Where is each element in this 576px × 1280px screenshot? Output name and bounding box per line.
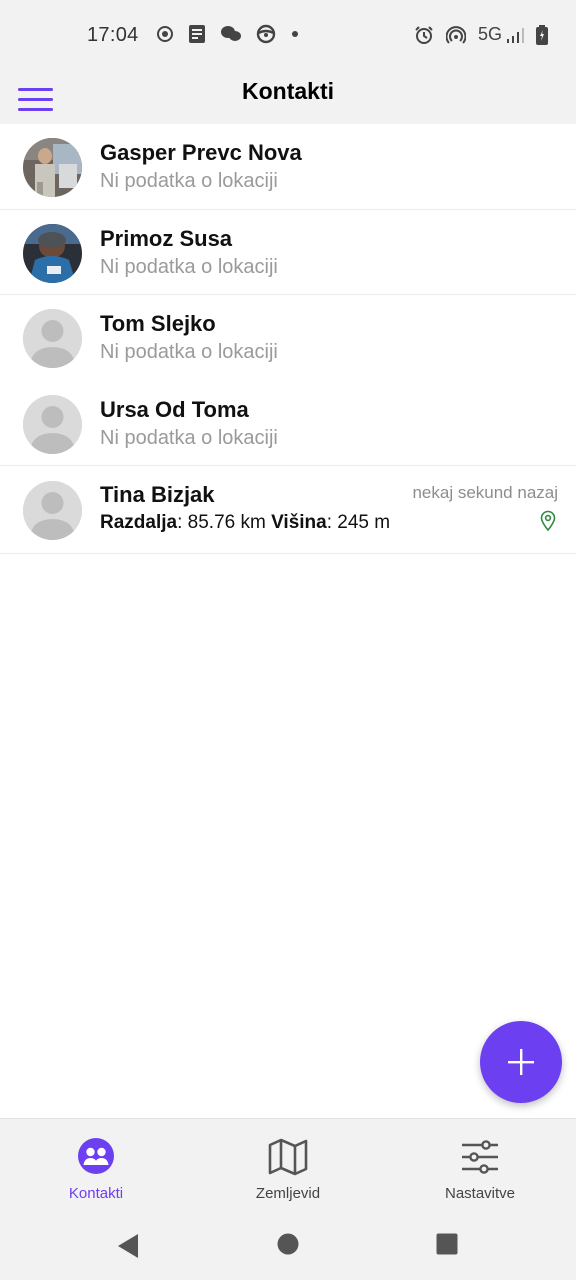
contact-name: Primoz Susa	[100, 225, 233, 251]
avatar	[23, 223, 82, 283]
map-pin-icon[interactable]	[540, 510, 556, 532]
home-icon[interactable]	[277, 1233, 299, 1255]
altitude-label: Višina	[271, 512, 327, 533]
location-status: Ni podatka o lokaciji	[100, 255, 278, 278]
page-title: Kontakti	[242, 78, 334, 104]
settings-sliders-icon	[462, 1140, 498, 1174]
contact-row[interactable]: Ursa Od Toma Ni podatka o lokaciji	[0, 380, 576, 466]
status-bar: 17:04 5G	[0, 0, 576, 70]
status-time: 17:04	[87, 24, 139, 46]
steering-icon	[256, 24, 276, 44]
record-icon	[157, 26, 173, 42]
hotspot-icon	[445, 25, 466, 44]
network-type: 5G	[477, 24, 502, 44]
distance-value: : 85.76 km	[177, 512, 266, 533]
recents-icon[interactable]	[436, 1233, 458, 1255]
default-avatar-icon	[23, 309, 82, 368]
contact-name: Gasper Prevc Nova	[100, 140, 302, 165]
nav-item-zemljevid[interactable]: Zemljevid	[192, 1119, 384, 1215]
avatar-photo	[23, 223, 82, 283]
avatar	[23, 481, 82, 540]
contact-row[interactable]: Tina Bizjak nekaj sekund nazaj Razdalja:…	[0, 466, 576, 554]
nav-label: Zemljevid	[255, 1185, 321, 1202]
contact-row[interactable]: Tom Slejko Ni podatka o lokaciji	[0, 295, 576, 381]
map-icon	[268, 1138, 308, 1176]
bottom-navigation: Kontakti Zemljevid Nastavitve	[0, 1118, 576, 1214]
contact-name: Tom Slejko	[100, 311, 216, 336]
default-avatar-icon	[23, 481, 82, 540]
location-details: Razdalja: 85.76 km Višina: 245 m	[100, 512, 390, 534]
back-icon[interactable]	[117, 1233, 139, 1259]
note-icon	[189, 25, 205, 43]
contact-list: Gasper Prevc Nova Ni podatka o lokaciji …	[0, 124, 576, 554]
system-navigation	[0, 1214, 576, 1280]
location-status: Ni podatka o lokaciji	[100, 426, 278, 449]
signal-icon	[507, 27, 524, 43]
altitude-value: : 245 m	[326, 512, 391, 533]
avatar-photo	[23, 138, 82, 197]
add-contact-button[interactable]	[480, 1021, 562, 1103]
contact-name: Tina Bizjak	[100, 482, 215, 507]
contact-name: Ursa Od Toma	[100, 396, 249, 422]
location-status: Ni podatka o lokaciji	[100, 341, 278, 363]
chat-icon	[221, 26, 241, 41]
contacts-icon	[78, 1138, 114, 1174]
nav-label: Kontakti	[68, 1185, 124, 1202]
contact-row[interactable]: Gasper Prevc Nova Ni podatka o lokaciji	[0, 124, 576, 210]
nav-item-kontakti[interactable]: Kontakti	[0, 1119, 192, 1215]
contact-row[interactable]: Primoz Susa Ni podatka o lokaciji	[0, 209, 576, 295]
last-update-time: nekaj sekund nazaj	[412, 483, 558, 502]
status-icons-left	[156, 24, 300, 44]
plus-icon	[508, 1049, 534, 1075]
nav-item-nastavitve[interactable]: Nastavitve	[384, 1119, 576, 1215]
avatar	[23, 138, 82, 197]
dot-icon	[292, 31, 298, 37]
location-status: Ni podatka o lokaciji	[100, 170, 278, 192]
battery-icon	[536, 24, 548, 45]
default-avatar-icon	[23, 394, 82, 454]
app-bar: Kontakti	[0, 70, 576, 124]
alarm-icon	[415, 25, 433, 44]
status-icons-right: 5G	[414, 24, 548, 45]
nav-label: Nastavitve	[444, 1185, 516, 1202]
hamburger-line	[18, 108, 53, 111]
distance-label: Razdalja	[100, 512, 178, 533]
avatar	[23, 394, 82, 454]
avatar	[23, 309, 82, 368]
